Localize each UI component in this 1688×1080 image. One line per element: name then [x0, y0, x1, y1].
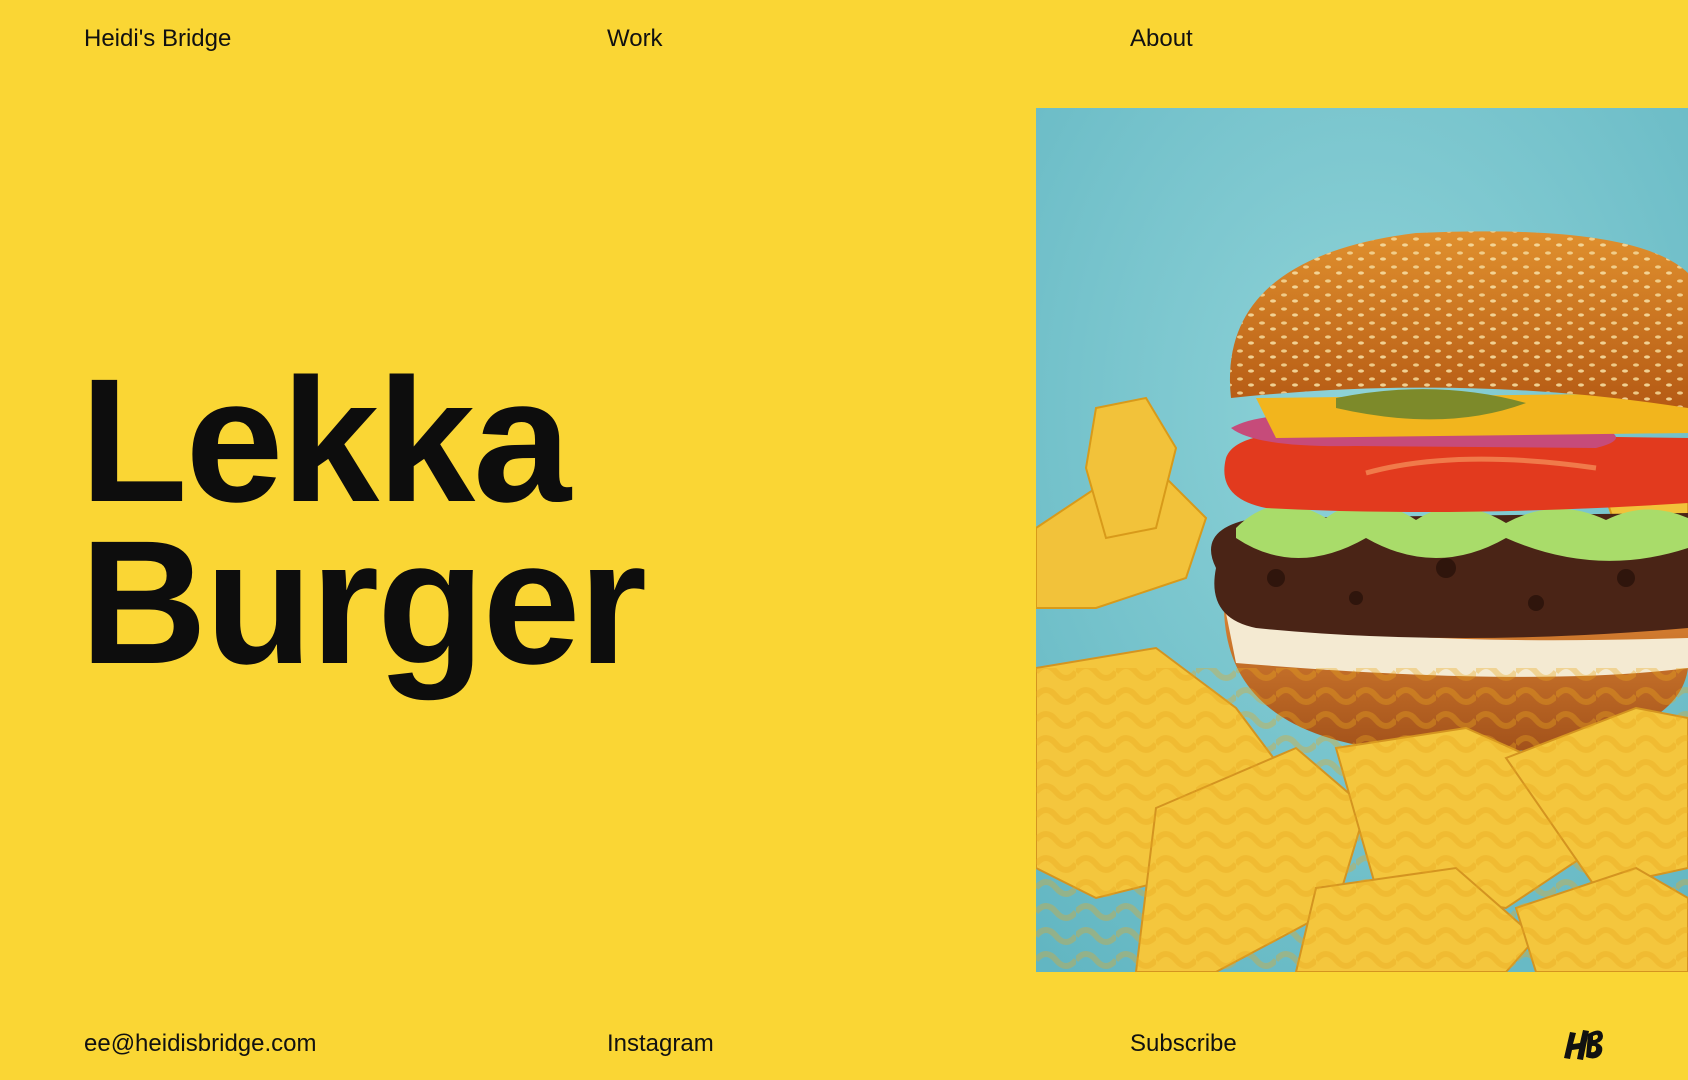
instagram-link[interactable]: Instagram — [607, 1032, 714, 1056]
nav-about-link[interactable]: About — [1130, 27, 1193, 51]
subscribe-link[interactable]: Subscribe — [1130, 1032, 1237, 1056]
project-hero-image[interactable] — [1036, 108, 1688, 972]
project-title-line-1: Lekka — [80, 343, 571, 539]
nav-work-link[interactable]: Work — [607, 27, 663, 51]
burger-illustration — [1036, 108, 1688, 972]
hb-monogram-icon[interactable] — [1560, 1024, 1606, 1064]
project-title: Lekka Burger — [80, 343, 647, 701]
brand-link[interactable]: Heidi's Bridge — [84, 27, 231, 51]
project-title-line-2: Burger — [80, 505, 647, 701]
contact-email-link[interactable]: ee@heidisbridge.com — [84, 1032, 317, 1056]
